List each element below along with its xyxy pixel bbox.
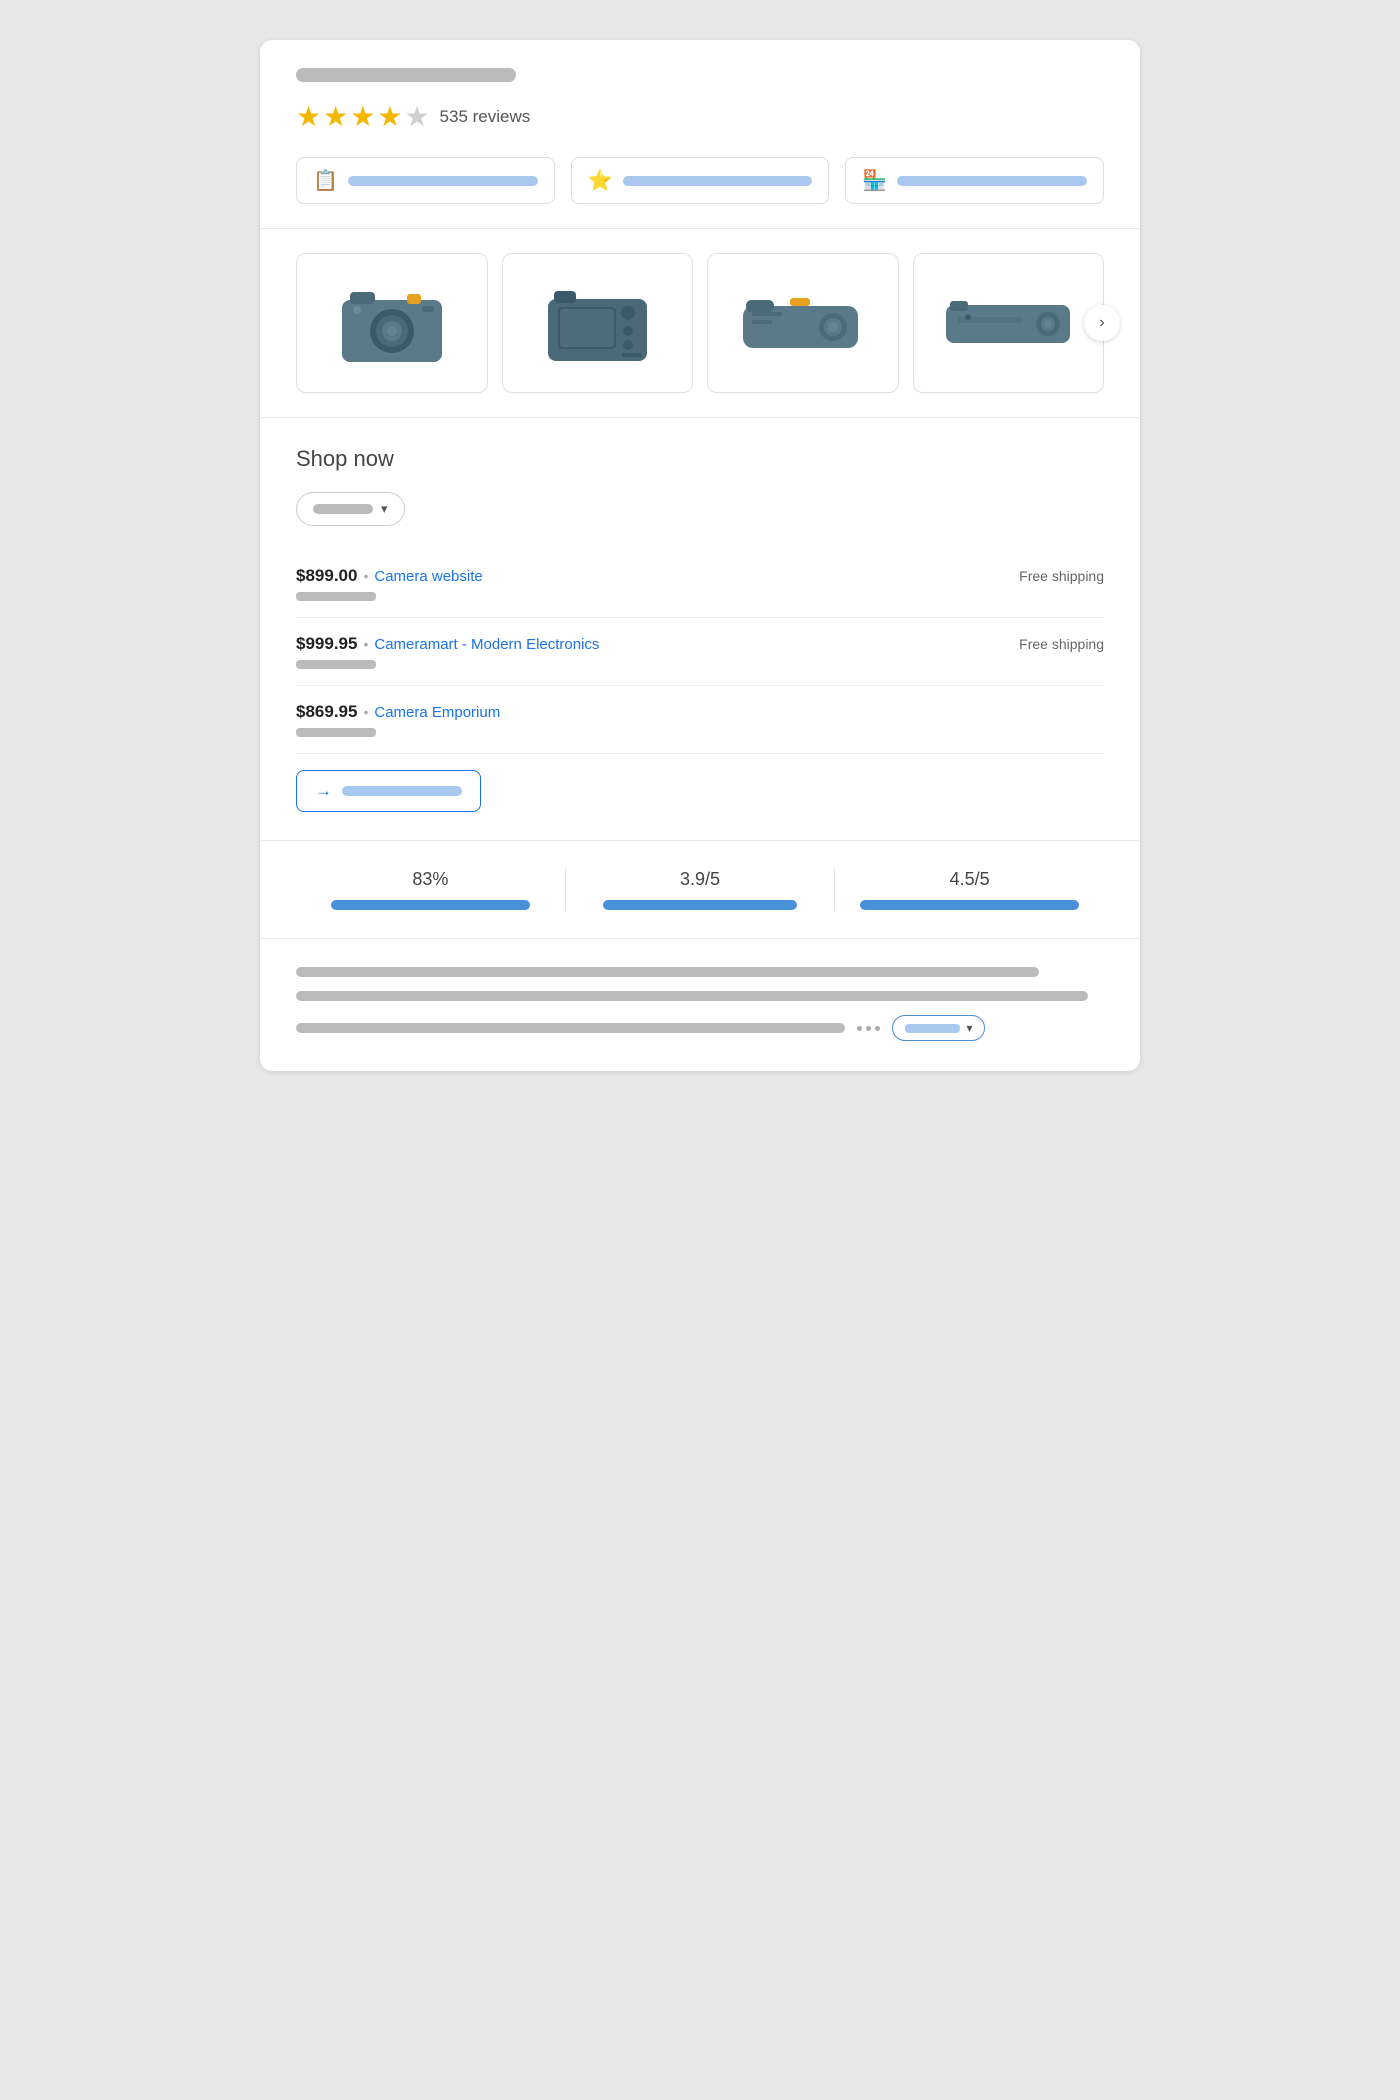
camera-image-1[interactable] [296, 253, 488, 393]
shop-listing-2-price: $999.95 [296, 634, 357, 654]
stat-1-value: 83% [412, 869, 448, 890]
shop-title: Shop now [296, 446, 1104, 472]
rating-section: ★ ★ ★ ★ ★ 535 reviews 📋 ⭐ 🏪 [260, 40, 1140, 229]
stat-2-bar [603, 900, 797, 910]
shop-listing-3-sub [296, 728, 376, 737]
camera-image-2[interactable] [502, 253, 694, 393]
shop-listing-2-sub [296, 660, 376, 669]
star-icon: ⭐ [588, 168, 613, 193]
shop-listing-1-shipping: Free shipping [1019, 568, 1104, 584]
filter-button-label [313, 504, 373, 514]
image-grid [296, 253, 1104, 393]
shop-listing-3-seller[interactable]: Camera Emporium [374, 704, 500, 721]
star-5-empty: ★ [404, 100, 429, 133]
star-3: ★ [350, 100, 375, 133]
shop-listing-1-row: $899.00 • Camera website Free shipping [296, 566, 1104, 586]
action-button-2[interactable]: ⭐ [571, 157, 830, 204]
star-1: ★ [296, 100, 321, 133]
shop-listing-1-price: $899.00 [296, 566, 357, 586]
stat-item-1: 83% [296, 869, 566, 910]
shop-section: Shop now ▾ $899.00 • Camera website Free… [260, 418, 1140, 841]
shop-listing-2: $999.95 • Cameramart - Modern Electronic… [296, 618, 1104, 686]
stat-3-bar [860, 900, 1079, 910]
shop-listing-3: $869.95 • Camera Emporium [296, 686, 1104, 754]
camera-flat-svg [938, 293, 1078, 353]
text-section: ▾ [260, 939, 1140, 1071]
expand-chevron-icon: ▾ [966, 1021, 972, 1035]
filter-chevron-icon: ▾ [381, 501, 388, 517]
stat-item-2: 3.9/5 [566, 869, 836, 910]
rating-row: ★ ★ ★ ★ ★ 535 reviews [296, 100, 1104, 133]
shop-listing-1: $899.00 • Camera website Free shipping [296, 550, 1104, 618]
camera-side-svg [738, 288, 868, 358]
more-offers-button[interactable]: → [296, 770, 481, 812]
action-btn-1-label [348, 176, 538, 186]
stat-2-value: 3.9/5 [680, 869, 720, 890]
star-rating: ★ ★ ★ ★ ★ [296, 100, 430, 133]
action-btn-2-label [623, 176, 813, 186]
dot-3 [875, 1026, 880, 1031]
stat-item-3: 4.5/5 [835, 869, 1104, 910]
stat-3-value: 4.5/5 [950, 869, 990, 890]
shop-listing-1-sub [296, 592, 376, 601]
ellipsis-dots [857, 1026, 880, 1031]
image-carousel-next[interactable]: › [1084, 305, 1120, 341]
main-card: ★ ★ ★ ★ ★ 535 reviews 📋 ⭐ 🏪 [260, 40, 1140, 1071]
shop-listing-1-seller[interactable]: Camera website [374, 568, 482, 585]
stat-1-bar [331, 900, 530, 910]
action-buttons-row: 📋 ⭐ 🏪 [296, 157, 1104, 204]
review-count: 535 reviews [440, 107, 531, 127]
arrow-right-icon: → [315, 781, 332, 801]
camera-front-svg [332, 278, 452, 368]
camera-back-svg [540, 281, 655, 366]
stats-section: 83% 3.9/5 4.5/5 [260, 841, 1140, 939]
title-bar [296, 68, 516, 82]
dot-1 [857, 1026, 862, 1031]
shop-listing-3-dot: • [363, 704, 368, 720]
text-line-1 [296, 967, 1039, 977]
shop-listing-2-seller[interactable]: Cameramart - Modern Electronics [374, 636, 599, 653]
shop-listing-1-dot: • [363, 568, 368, 584]
shop-listing-1-info: $899.00 • Camera website [296, 566, 483, 586]
shop-listing-3-row: $869.95 • Camera Emporium [296, 702, 1104, 722]
shop-listing-3-price: $869.95 [296, 702, 357, 722]
star-4: ★ [377, 100, 402, 133]
camera-image-3[interactable] [707, 253, 899, 393]
dot-2 [866, 1026, 871, 1031]
text-line-3 [296, 1023, 845, 1033]
filter-button[interactable]: ▾ [296, 492, 405, 526]
store-icon: 🏪 [862, 168, 887, 193]
images-section: › [260, 229, 1140, 418]
more-offers-label [342, 786, 462, 796]
clipboard-icon: 📋 [313, 168, 338, 193]
shop-listing-2-info: $999.95 • Cameramart - Modern Electronic… [296, 634, 599, 654]
stats-row: 83% 3.9/5 4.5/5 [296, 869, 1104, 910]
action-button-1[interactable]: 📋 [296, 157, 555, 204]
action-btn-3-label [897, 176, 1087, 186]
text-line-2 [296, 991, 1088, 1001]
star-2: ★ [323, 100, 348, 133]
shop-listing-2-row: $999.95 • Cameramart - Modern Electronic… [296, 634, 1104, 654]
shop-listing-2-dot: • [363, 636, 368, 652]
shop-listing-2-shipping: Free shipping [1019, 636, 1104, 652]
expand-button[interactable]: ▾ [892, 1015, 985, 1041]
action-button-3[interactable]: 🏪 [845, 157, 1104, 204]
expand-button-label [905, 1024, 960, 1033]
text-line-3-row: ▾ [296, 1015, 1104, 1041]
shop-listing-3-info: $869.95 • Camera Emporium [296, 702, 500, 722]
camera-image-4[interactable] [913, 253, 1105, 393]
